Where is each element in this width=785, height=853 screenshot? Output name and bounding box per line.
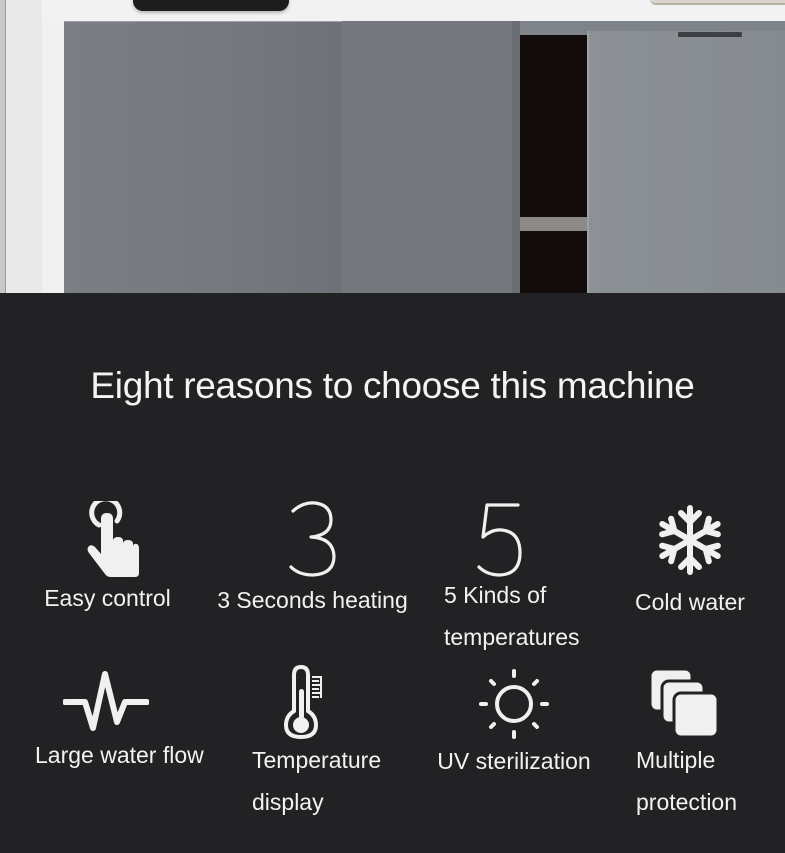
waveform-icon — [63, 671, 149, 731]
drip-tray — [650, 0, 785, 5]
feature-5-temperatures: 5 Kinds of temperatures — [430, 499, 605, 657]
thermometer-icon — [284, 665, 322, 739]
cabinet-interior — [520, 35, 588, 293]
feature-label: protection — [636, 789, 738, 815]
feature-label: display — [252, 789, 324, 815]
cabinet-frame — [512, 21, 520, 293]
feature-label: temperatures — [444, 624, 580, 650]
feature-label: Multiple — [636, 747, 716, 773]
sun-icon — [479, 669, 549, 739]
feature-label: Cold water — [635, 589, 745, 615]
cabinet-shelf — [520, 217, 588, 231]
features-section: Eight reasons to choose this machine Eas… — [0, 293, 785, 853]
cabinet-door-right — [587, 31, 785, 293]
feature-label: UV sterilization — [437, 748, 591, 774]
feature-uv-sterilization: UV sterilization — [428, 668, 600, 782]
feature-easy-control: Easy control — [30, 501, 185, 619]
cabinet-door-left — [64, 21, 342, 293]
feature-label: Large water flow — [35, 742, 204, 768]
feature-temperature-display: Temperature display — [248, 665, 398, 823]
number-3-icon — [288, 501, 336, 577]
feature-3-seconds-heating: 3 Seconds heating — [210, 499, 415, 621]
number-5-icon — [477, 503, 522, 577]
cabinet-door-middle — [342, 21, 512, 293]
door-handle — [678, 32, 742, 37]
side-panel — [6, 0, 42, 293]
feature-label: Easy control — [44, 585, 171, 611]
stacked-layers-icon — [648, 667, 720, 739]
feature-label: 5 Kinds of — [444, 582, 547, 608]
feature-label: 3 Seconds heating — [217, 587, 408, 613]
section-title: Eight reasons to choose this machine — [90, 365, 695, 406]
feature-cold-water: Cold water — [620, 503, 760, 623]
touch-hand-icon — [87, 501, 139, 577]
feature-label: Temperature — [252, 747, 382, 773]
feature-multiple-protection: Multiple protection — [630, 667, 765, 823]
snowflake-icon — [655, 505, 725, 577]
product-photo — [0, 0, 785, 293]
dispenser-base — [133, 0, 289, 11]
feature-large-water-flow: Large water flow — [35, 668, 230, 776]
